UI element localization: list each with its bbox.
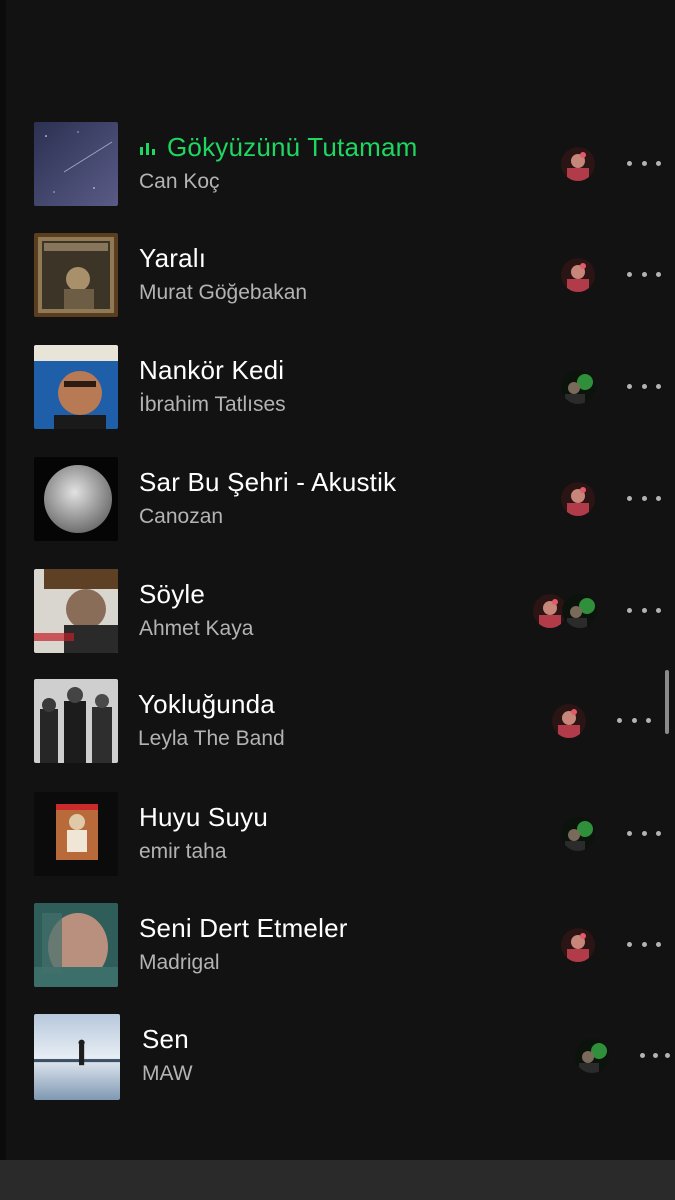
- playlist-screen: Gökyüzünü Tutamam Can Koç Yaralı Murat G…: [0, 0, 675, 1200]
- more-options-icon[interactable]: [627, 597, 661, 623]
- track-artist: Canozan: [139, 505, 224, 528]
- track-row[interactable]: Sen MAW: [0, 1014, 675, 1110]
- avatar[interactable]: [560, 927, 596, 963]
- track-row[interactable]: Gökyüzünü Tutamam Can Koç: [0, 122, 675, 218]
- track-title: Sen: [142, 1024, 189, 1054]
- more-options-icon[interactable]: [627, 373, 661, 399]
- lake-cover[interactable]: [34, 1014, 120, 1100]
- avatar[interactable]: [562, 593, 598, 629]
- ahmet-kaya-cover[interactable]: [34, 569, 118, 653]
- more-options-icon[interactable]: [617, 707, 651, 733]
- added-by-avatars[interactable]: [560, 927, 596, 963]
- added-by-avatars[interactable]: [560, 481, 596, 517]
- leyla-the-band-cover[interactable]: [34, 679, 118, 763]
- track-title-text: Gökyüzünü Tutamam: [167, 132, 418, 162]
- track-title: Yokluğunda: [138, 689, 275, 719]
- track-row[interactable]: Seni Dert Etmeler Madrigal: [0, 903, 675, 999]
- track-title: Gökyüzünü Tutamam: [139, 132, 418, 163]
- track-artist: Murat Göğebakan: [139, 281, 308, 304]
- ibrahim-tatlises-cover[interactable]: [34, 345, 118, 429]
- track-row[interactable]: Sar Bu Şehri - Akustik Canozan: [0, 457, 675, 553]
- track-title: Nankör Kedi: [139, 355, 285, 385]
- track-artist: Leyla The Band: [138, 727, 285, 750]
- avatar[interactable]: [551, 703, 587, 739]
- more-options-icon[interactable]: [627, 485, 661, 511]
- bottom-bar: [0, 1160, 675, 1200]
- added-by-avatars[interactable]: [551, 703, 587, 739]
- track-row[interactable]: Yaralı Murat Göğebakan: [0, 233, 675, 329]
- avatar[interactable]: [560, 257, 596, 293]
- more-options-icon[interactable]: [627, 150, 661, 176]
- avatar[interactable]: [560, 481, 596, 517]
- avatar[interactable]: [560, 369, 596, 405]
- track-artist: İbrahim Tatlıses: [139, 393, 286, 416]
- avatar[interactable]: [560, 146, 596, 182]
- track-row[interactable]: Söyle Ahmet Kaya: [0, 569, 675, 665]
- track-title: Huyu Suyu: [139, 802, 268, 832]
- more-options-icon[interactable]: [627, 261, 661, 287]
- track-artist: Madrigal: [139, 951, 220, 974]
- track-artist: Ahmet Kaya: [139, 617, 254, 640]
- track-row[interactable]: Nankör Kedi İbrahim Tatlıses: [0, 345, 675, 441]
- avatar[interactable]: [560, 816, 596, 852]
- scrollbar[interactable]: [665, 670, 669, 734]
- added-by-avatars[interactable]: [574, 1038, 610, 1074]
- emir-taha-cover[interactable]: [34, 792, 118, 876]
- track-artist: Can Koç: [139, 170, 220, 193]
- moon-cover[interactable]: [34, 457, 118, 541]
- avatar[interactable]: [574, 1038, 610, 1074]
- equalizer-icon: [140, 143, 155, 156]
- track-title: Seni Dert Etmeler: [139, 913, 348, 943]
- track-title: Yaralı: [139, 243, 207, 273]
- track-artist: emir taha: [139, 840, 227, 863]
- murat-gogebakan-cover[interactable]: [34, 233, 118, 317]
- track-title: Sar Bu Şehri - Akustik: [139, 467, 397, 497]
- added-by-avatars[interactable]: [532, 593, 598, 629]
- track-row[interactable]: Huyu Suyu emir taha: [0, 792, 675, 888]
- night-sky-cover[interactable]: [34, 122, 118, 206]
- added-by-avatars[interactable]: [560, 369, 596, 405]
- added-by-avatars[interactable]: [560, 257, 596, 293]
- track-artist: MAW: [142, 1062, 193, 1085]
- track-row[interactable]: Yokluğunda Leyla The Band: [0, 679, 675, 775]
- added-by-avatars[interactable]: [560, 816, 596, 852]
- added-by-avatars[interactable]: [560, 146, 596, 182]
- madrigal-cover[interactable]: [34, 903, 118, 987]
- more-options-icon[interactable]: [640, 1042, 670, 1068]
- track-title: Söyle: [139, 579, 206, 609]
- more-options-icon[interactable]: [627, 931, 661, 957]
- more-options-icon[interactable]: [627, 820, 661, 846]
